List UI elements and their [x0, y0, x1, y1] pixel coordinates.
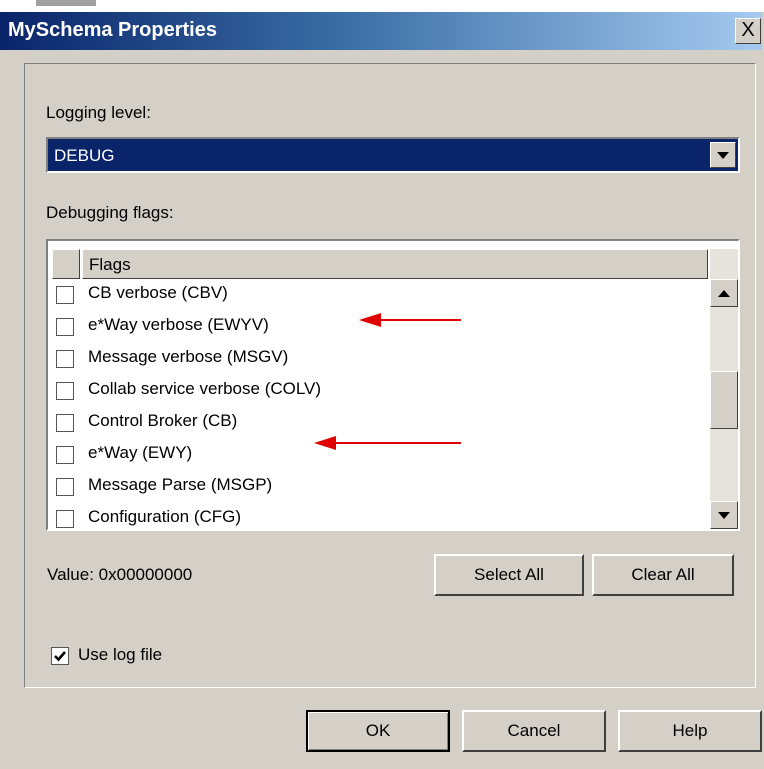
title-bar[interactable]: MySchema Properties — [0, 12, 762, 50]
scroll-down-button[interactable] — [710, 501, 738, 529]
flag-label: Configuration (CFG) — [88, 507, 242, 526]
arrow-up-icon — [718, 290, 730, 297]
flag-checkbox[interactable] — [56, 350, 74, 368]
flag-label: e*Way verbose (EWYV) — [88, 315, 269, 334]
flag-checkbox[interactable] — [56, 478, 74, 496]
chevron-down-icon — [717, 152, 729, 159]
help-button[interactable]: Help — [618, 710, 762, 752]
logging-level-value: DEBUG — [54, 146, 115, 165]
flag-label: Message Parse (MSGP) — [88, 475, 273, 494]
value-readout: Value: 0x00000000 — [47, 565, 193, 584]
ok-button[interactable]: OK — [306, 710, 450, 752]
annotation-arrow — [314, 436, 461, 450]
clear-all-button[interactable]: Clear All — [592, 554, 734, 596]
properties-dialog: MySchema Properties X Logging level: DEB… — [0, 0, 764, 769]
checkmark-icon — [54, 651, 66, 662]
close-button[interactable]: X — [735, 18, 761, 44]
use-log-file-checkbox[interactable] — [51, 647, 69, 665]
flag-label: Control Broker (CB) — [88, 411, 238, 430]
list-item[interactable]: Message Parse (MSGP) — [52, 472, 702, 504]
arrow-down-icon — [718, 512, 730, 519]
debugging-flags-label: Debugging flags: — [46, 203, 174, 222]
logging-level-label: Logging level: — [46, 103, 151, 122]
scroll-up-button[interactable] — [710, 279, 738, 307]
flag-checkbox[interactable] — [56, 446, 74, 464]
header-checkbox-column[interactable] — [52, 249, 80, 279]
flag-label: Message verbose (MSGV) — [88, 347, 289, 366]
flag-checkbox[interactable] — [56, 510, 74, 528]
flag-checkbox[interactable] — [56, 414, 74, 432]
flags-list[interactable]: Flags CB verbose (CBV) e*Way verbose (EW… — [46, 239, 740, 531]
list-item[interactable]: Configuration (CFG) — [52, 504, 702, 529]
annotation-arrow — [359, 313, 461, 327]
flag-checkbox[interactable] — [56, 286, 74, 304]
use-log-file-label: Use log file — [78, 645, 163, 664]
flag-label: e*Way (EWY) — [88, 443, 193, 462]
list-item[interactable]: CB verbose (CBV) — [52, 280, 702, 312]
list-item[interactable]: Collab service verbose (COLV) — [52, 376, 702, 408]
flags-column-header[interactable]: Flags — [82, 249, 708, 279]
flag-label: CB verbose (CBV) — [88, 283, 228, 302]
window-title: MySchema Properties — [8, 19, 217, 41]
vertical-scrollbar[interactable] — [710, 249, 738, 529]
background-strip — [0, 0, 764, 12]
flag-checkbox[interactable] — [56, 318, 74, 336]
dropdown-button[interactable] — [710, 142, 736, 168]
list-item[interactable]: Message verbose (MSGV) — [52, 344, 702, 376]
select-all-button[interactable]: Select All — [434, 554, 584, 596]
scroll-thumb[interactable] — [710, 371, 738, 429]
logging-level-select[interactable]: DEBUG — [46, 137, 740, 173]
flag-label: Collab service verbose (COLV) — [88, 379, 322, 398]
flag-checkbox[interactable] — [56, 382, 74, 400]
cancel-button[interactable]: Cancel — [462, 710, 606, 752]
